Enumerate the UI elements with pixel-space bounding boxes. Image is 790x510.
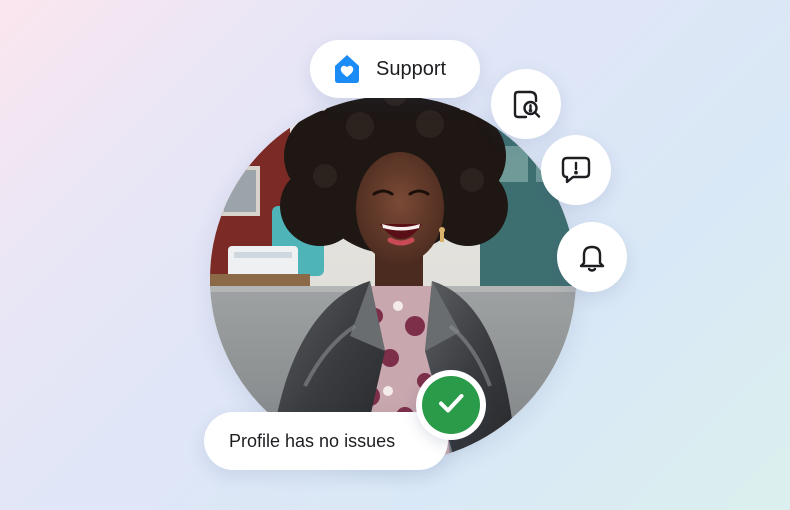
checkmark-icon	[434, 386, 468, 425]
speech-bubble-alert-icon	[559, 153, 593, 187]
review-document-button[interactable]	[491, 69, 561, 139]
support-label: Support	[376, 57, 447, 80]
bell-icon	[575, 240, 609, 274]
profile-status-message: Profile has no issues	[204, 412, 448, 470]
promo-canvas: Support Profile has no issues	[0, 0, 790, 510]
profile-photo	[210, 96, 576, 462]
house-heart-icon	[330, 52, 364, 86]
notifications-button[interactable]	[557, 222, 627, 292]
report-issue-button[interactable]	[541, 135, 611, 205]
support-button[interactable]: Support	[310, 40, 480, 98]
profile-status-label: Profile has no issues	[229, 430, 396, 451]
status-check-badge	[416, 370, 486, 440]
document-search-icon	[509, 87, 543, 121]
